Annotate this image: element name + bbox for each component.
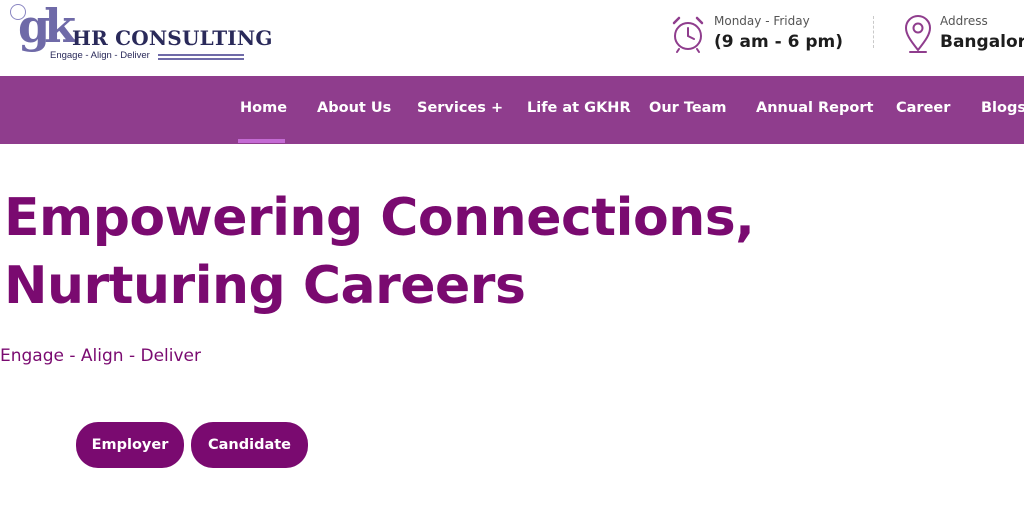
nav-item-home[interactable]: Home [240,100,287,122]
hero-title-line-2: Nurturing Careers [4,256,526,316]
brand-name: HR CONSULTING [72,26,273,50]
nav-item-services[interactable]: Services + [417,100,503,122]
nav-item-career[interactable]: Career [896,100,950,122]
logo-lines [158,54,244,62]
hours-info: Monday - Friday (9 am - 6 pm) [668,12,858,60]
brand-tagline: Engage - Align - Deliver [50,50,150,61]
hero-title-line-1: Empowering Connections, [4,188,755,248]
header-divider [873,16,874,48]
alarm-clock-icon [672,16,704,53]
nav-item-our-team[interactable]: Our Team [649,100,727,122]
address-label: Address [940,14,988,28]
nav-item-about-us[interactable]: About Us [317,100,391,122]
hours-value: (9 am - 6 pm) [714,32,843,52]
nav-item-life-at-gkhr[interactable]: Life at GKHR [527,100,631,122]
logo-mark: gk [18,0,76,53]
hours-label: Monday - Friday [714,14,810,28]
employer-button[interactable]: Employer [76,422,184,468]
header: gk HR CONSULTING Engage - Align - Delive… [0,0,1024,78]
candidate-button[interactable]: Candidate [191,422,308,468]
brand-logo[interactable]: gk HR CONSULTING Engage - Align - Delive… [10,0,272,70]
hero-subtitle: Engage - Align - Deliver [0,346,202,366]
nav-item-blogs[interactable]: Blogs [981,100,1024,122]
hero-title: Empowering Connections, Nurturing Career… [4,184,1004,320]
address-info: Address Bangalore [898,12,1024,60]
nav-active-indicator [238,139,285,143]
address-value: Bangalore [940,32,1024,52]
location-pin-icon [904,15,932,53]
nav-item-annual-report[interactable]: Annual Report [756,100,873,122]
main-nav: Home About Us Services + Life at GKHR Ou… [0,76,1024,144]
